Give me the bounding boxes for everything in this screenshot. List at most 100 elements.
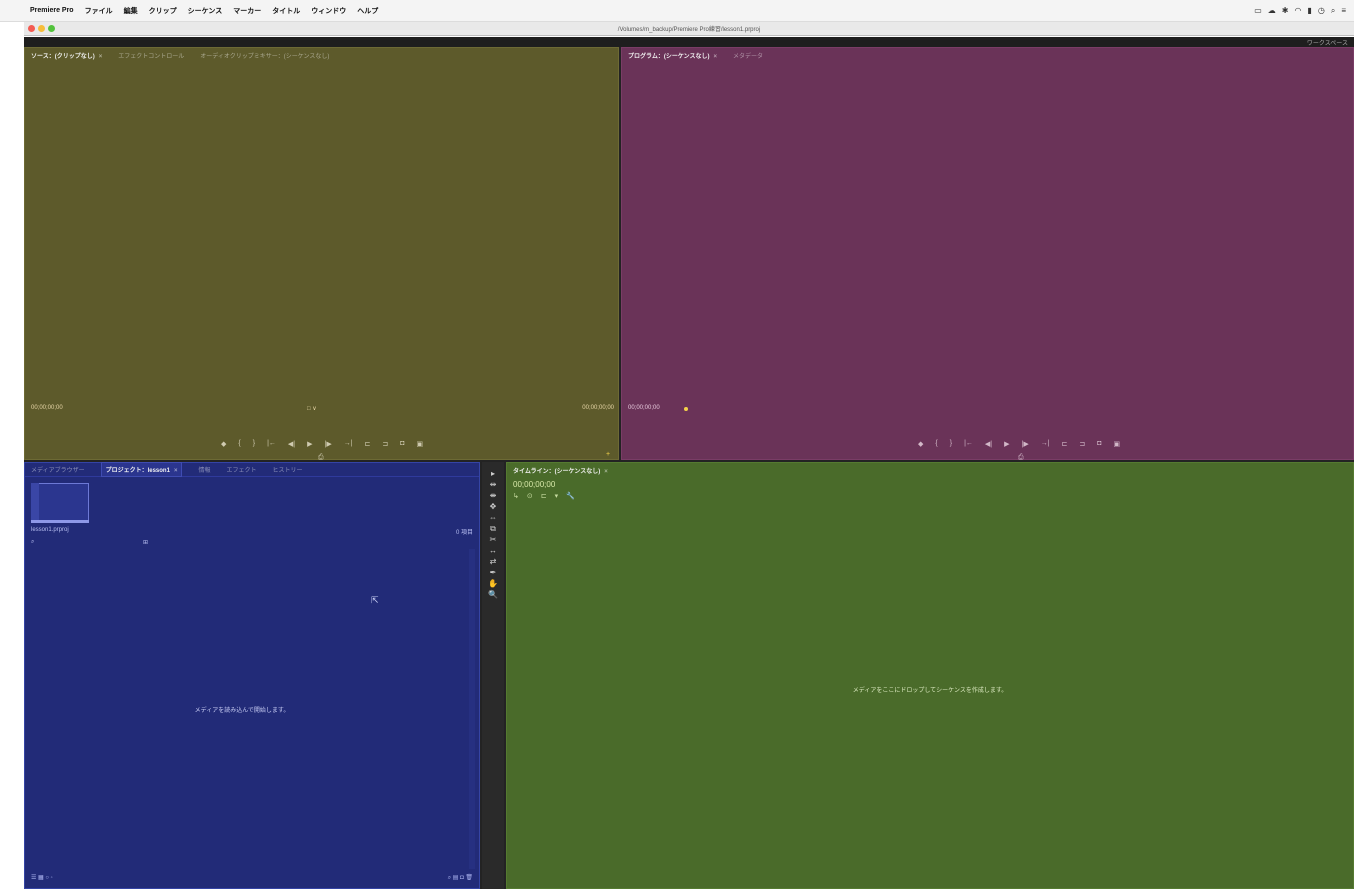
close-icon[interactable]: × [714,54,718,60]
mark-out-button[interactable]: } [950,440,952,448]
linked-selection-icon[interactable]: ⊙ [527,492,533,500]
export-frame-icon[interactable]: ⎙ [1018,454,1024,462]
workspace-switcher[interactable]: ワークスペース [1307,38,1348,47]
play-button[interactable]: ▶ [1004,440,1009,448]
lift-button[interactable]: ⊏ [1062,440,1068,448]
tab-media-browser[interactable]: メディアブラウザー [31,465,85,474]
export-frame-icon[interactable]: ⎙ [318,454,324,462]
menu-marker[interactable]: マーカー [233,6,261,16]
project-search-row: ⌕ ⊞ [31,539,471,547]
menu-clip[interactable]: クリップ [149,6,177,16]
tab-project[interactable]: プロジェクト：lesson1 × [100,462,183,477]
search-icon[interactable]: ⌕ [31,539,34,545]
go-to-in-button[interactable]: |← [964,440,973,448]
menu-app-name[interactable]: Premiere Pro [30,7,74,14]
view-mode-buttons[interactable]: ☰ ▦ ○ ◦ [31,874,53,882]
hand-tool-icon[interactable]: ✋ [488,580,498,588]
tab-audio-clip-mixer[interactable]: オーディオクリップミキサー：(シーケンスなし) [200,51,329,60]
tab-source[interactable]: ソース：(クリップなし) × [31,51,102,60]
step-back-button[interactable]: ◀| [985,440,992,448]
track-select-tool-icon[interactable]: ⇹ [490,481,497,489]
overwrite-button[interactable]: ⊐ [382,440,388,448]
project-bottom-bar: ☰ ▦ ○ ◦ ⌕ ▤ ◘ 🗑 [31,874,473,882]
close-icon[interactable]: × [604,469,608,475]
tab-metadata[interactable]: メタデータ [733,51,763,60]
project-scrollbar[interactable] [469,549,475,869]
bin-action-buttons[interactable]: ⌕ ▤ ◘ 🗑 [448,874,473,882]
menu-edit[interactable]: 編集 [124,6,138,16]
zoom-tool-icon[interactable]: 🔍 [488,591,498,599]
tab-effects[interactable]: エフェクト [226,465,256,474]
tab-info[interactable]: 情報 [198,465,210,474]
mark-in-button[interactable]: { [238,440,240,448]
status-icons: ▭ ☁ ✱ ◠ ▮ ◷ ⌕ ≡ [1254,6,1354,16]
swap-tool-icon[interactable]: ⇄ [490,558,497,566]
ripple-edit-tool-icon[interactable]: ⇼ [490,492,497,500]
list-icon[interactable]: ≡ [1341,6,1346,15]
timeline-panel: タイムライン：(シーケンスなし) × 00;00;00;00 ↳ ⊙ ⊏ ▾ 🔧 … [506,462,1354,889]
slip-tool-icon[interactable]: ✂ [490,536,497,544]
wifi-icon[interactable]: ◠ [1294,6,1301,15]
project-item-count: 0 項目 [455,530,473,536]
program-timecode-current[interactable]: 00;00;00;00 [628,405,660,411]
tab-history[interactable]: ヒストリー [273,465,303,474]
add-marker-button[interactable]: ◆ [221,440,226,448]
step-back-button[interactable]: ◀| [288,440,295,448]
project-thumbnail[interactable] [31,483,89,521]
close-icon[interactable]: × [99,54,103,60]
workspace-bar: ワークスペース [24,37,1354,47]
filter-bin-icon[interactable]: ⊞ [143,539,148,546]
go-to-in-button[interactable]: |← [267,440,276,448]
razor-tool-icon[interactable]: ⧉ [490,525,496,533]
fit-dropdown[interactable]: □ ∨ [307,405,317,412]
nest-icon[interactable]: ⊏ [541,492,547,500]
slide-tool-icon[interactable]: ↔ [489,547,497,555]
bluetooth-icon[interactable]: ✱ [1282,6,1289,15]
menu-file[interactable]: ファイル [85,6,113,16]
close-icon[interactable]: × [174,468,178,474]
thumbnail-scrub-bar[interactable] [31,520,89,523]
menu-title[interactable]: タイトル [272,6,300,16]
rolling-edit-tool-icon[interactable]: ✥ [490,503,497,511]
insert-button[interactable]: ⊏ [365,440,371,448]
camera-icon[interactable]: ◘ [400,440,404,448]
tools-panel: ▸ ⇹ ⇼ ✥ ⇔ ⧉ ✂ ↔ ⇄ ✒ ✋ 🔍 [482,462,504,889]
menu-help[interactable]: ヘルプ [357,6,378,16]
display-icon[interactable]: ▭ [1254,6,1262,15]
add-marker-button[interactable]: ◆ [918,440,923,448]
rate-stretch-tool-icon[interactable]: ⇔ [489,514,497,522]
source-timecode-current[interactable]: 00;00;00;00 [31,405,63,411]
add-button[interactable]: + [606,451,610,458]
search-icon[interactable]: ⌕ [1331,6,1335,16]
tab-project-label: プロジェクト：lesson1 [105,468,170,474]
camera-icon[interactable]: ◘ [1097,440,1101,448]
timeline-timecode[interactable]: 00;00;00;00 [513,480,555,489]
tab-program[interactable]: プログラム：(シーケンスなし) × [628,51,717,60]
wrench-icon[interactable]: 🔧 [566,492,575,500]
menu-sequence[interactable]: シーケンス [188,6,223,16]
play-button[interactable]: ▶ [307,440,312,448]
button-editor-icon[interactable]: ▣ [1114,440,1121,448]
go-to-out-button[interactable]: →| [344,440,353,448]
menu-window[interactable]: ウィンドウ [311,6,346,16]
mark-out-button[interactable]: } [253,440,255,448]
project-panel: メディアブラウザー プロジェクト：lesson1 × 情報 エフェクト ヒストリー… [24,462,480,889]
tab-effect-controls[interactable]: エフェクトコントロール [118,51,184,60]
project-file-name: lesson1.prproj [31,527,69,533]
tab-timeline[interactable]: タイムライン：(シーケンスなし) × [513,466,608,475]
go-to-out-button[interactable]: →| [1041,440,1050,448]
pen-tool-icon[interactable]: ✒ [490,569,497,577]
step-forward-button[interactable]: |▶ [1022,440,1029,448]
add-marker-icon[interactable]: ▾ [555,492,559,500]
clock-icon[interactable]: ◷ [1318,6,1325,15]
project-panel-tabs: メディアブラウザー プロジェクト：lesson1 × 情報 エフェクト ヒストリー [25,462,479,477]
source-timecode-duration: 00;00;00;00 [582,405,614,411]
extract-button[interactable]: ⊐ [1079,440,1085,448]
selection-tool-icon[interactable]: ▸ [491,470,495,478]
mark-in-button[interactable]: { [935,440,937,448]
cloud-icon[interactable]: ☁ [1268,6,1276,15]
battery-icon[interactable]: ▮ [1307,6,1311,15]
button-editor-icon[interactable]: ▣ [417,440,424,448]
step-forward-button[interactable]: |▶ [325,440,332,448]
snap-icon[interactable]: ↳ [513,492,519,500]
